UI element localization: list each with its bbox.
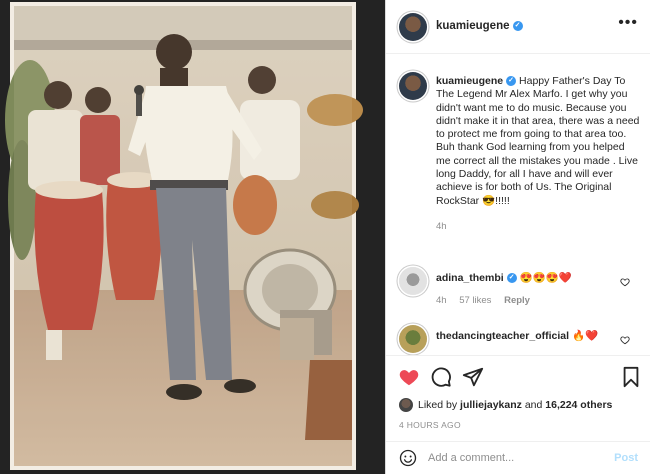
comments-section[interactable]: kuamieugene ✓ Happy Father's Day To The L… xyxy=(386,55,650,355)
liked-by: Liked by julliejaykanz and 16,224 others xyxy=(399,398,612,412)
author-username[interactable]: kuamieugene ✓ xyxy=(436,20,523,32)
post-comment-button[interactable]: Post xyxy=(614,452,638,464)
verified-badge-icon: ✓ xyxy=(506,273,517,284)
commenter-avatar[interactable] xyxy=(399,267,427,295)
post-panel: kuamieugene ✓ ••• kuamieugene ✓ Happy Fath… xyxy=(385,0,650,474)
vintage-band-photo xyxy=(5,2,363,470)
commenter-username[interactable]: adina_thembi ✓ xyxy=(436,272,517,284)
caption-author-username[interactable]: kuamieugene ✓ xyxy=(436,75,517,87)
author-avatar[interactable] xyxy=(399,13,427,41)
verified-badge-icon: ✓ xyxy=(512,20,523,31)
comment-likes[interactable]: 57 likes xyxy=(459,295,491,306)
save-bookmark-icon[interactable] xyxy=(620,366,642,388)
post-photo[interactable] xyxy=(0,0,385,474)
post-caption: kuamieugene ✓ Happy Father's Day To The L… xyxy=(436,75,641,233)
comment-text: adina_thembi ✓ 😍😍😍❤️ xyxy=(436,271,572,284)
comment-text: thedancingteacher_official 🔥❤️ xyxy=(436,329,598,342)
commenter-avatar[interactable] xyxy=(399,325,427,353)
comment-bubble-icon[interactable] xyxy=(430,366,452,388)
liked-by-and: and xyxy=(521,398,546,411)
like-heart-icon[interactable] xyxy=(398,366,420,388)
verified-badge-icon: ✓ xyxy=(506,76,517,87)
comment-body: 😍😍😍❤️ xyxy=(519,272,572,284)
comment-item: thedancingteacher_official 🔥❤️ xyxy=(386,321,650,355)
comment-like-heart-icon[interactable] xyxy=(620,335,630,345)
comment-input[interactable] xyxy=(428,449,598,467)
comment-meta: 4h 57 likes Reply xyxy=(436,295,540,306)
liker-avatar[interactable] xyxy=(399,398,413,412)
more-horizontal-icon[interactable]: ••• xyxy=(618,15,638,31)
liked-by-user[interactable]: julliejaykanz xyxy=(460,399,522,411)
add-comment-bar: Post xyxy=(386,441,650,474)
liked-by-prefix: Liked by xyxy=(418,398,461,411)
emoji-smile-icon[interactable] xyxy=(399,449,417,467)
reply-button[interactable]: Reply xyxy=(504,295,530,306)
caption-time[interactable]: 4h xyxy=(436,220,641,233)
caption-text: Happy Father's Day To The Legend Mr Alex… xyxy=(436,75,640,207)
caption-author-avatar[interactable] xyxy=(399,72,427,100)
likes-count[interactable]: 16,224 others xyxy=(545,399,612,411)
comment-body: 🔥❤️ xyxy=(571,330,599,342)
share-send-icon[interactable] xyxy=(462,366,484,388)
posted-ago[interactable]: 4 HOURS AGO xyxy=(399,420,461,430)
comment-item: adina_thembi ✓ 😍😍😍❤️ 4h 57 likes Reply xyxy=(386,263,650,313)
commenter-username[interactable]: thedancingteacher_official xyxy=(436,330,569,342)
post-actions: Liked by julliejaykanz and 16,224 others… xyxy=(386,355,650,441)
comment-like-heart-icon[interactable] xyxy=(620,277,630,287)
comment-time[interactable]: 4h xyxy=(436,295,447,306)
post-header: kuamieugene ✓ ••• xyxy=(386,0,650,54)
